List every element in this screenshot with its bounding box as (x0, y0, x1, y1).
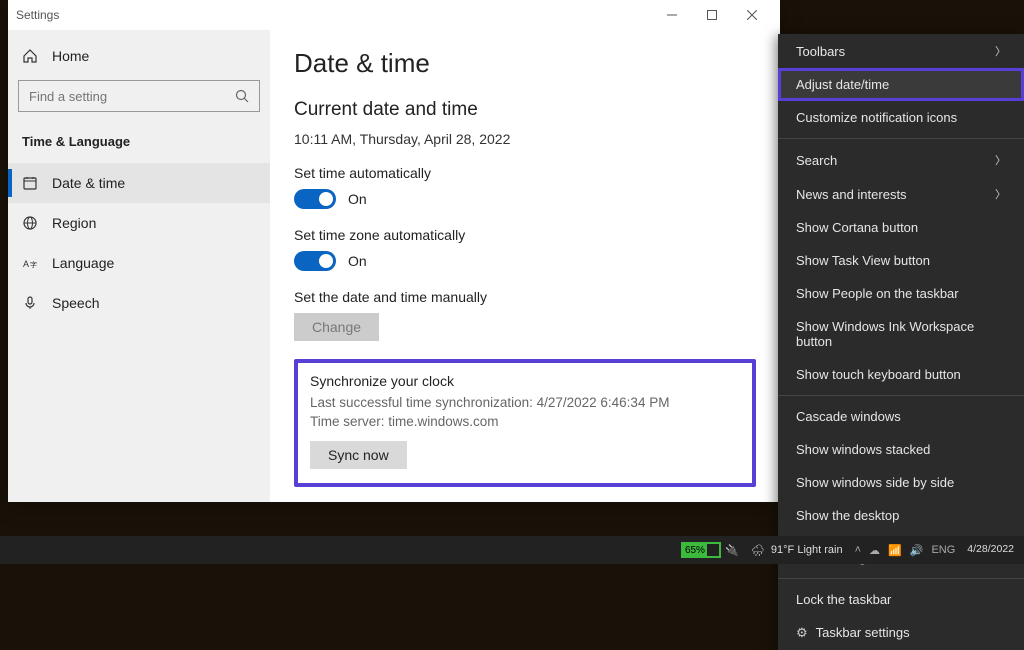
cm-people[interactable]: Show People on the taskbar (778, 277, 1024, 310)
sync-last: Last successful time synchronization: 4/… (310, 395, 740, 410)
section-label: Time & Language (8, 124, 270, 163)
cm-search[interactable]: Search〉 (778, 143, 1024, 177)
sidebar: Home Time & Language Date & time Region (8, 30, 270, 502)
cm-news-interests[interactable]: News and interests〉 (778, 177, 1024, 211)
cm-stacked[interactable]: Show windows stacked (778, 433, 1024, 466)
cm-sidebyside[interactable]: Show windows side by side (778, 466, 1024, 499)
auto-time-toggle[interactable] (294, 189, 336, 209)
sidebar-item-date-time[interactable]: Date & time (8, 163, 270, 203)
auto-tz-label: Set time zone automatically (294, 227, 756, 243)
manual-label: Set the date and time manually (294, 289, 756, 305)
cm-cascade[interactable]: Cascade windows (778, 400, 1024, 433)
titlebar: Settings (8, 0, 780, 30)
sidebar-item-region[interactable]: Region (8, 203, 270, 243)
chevron-up-icon[interactable]: ˄ (855, 544, 861, 557)
close-icon (747, 10, 757, 20)
auto-time-label: Set time automatically (294, 165, 756, 181)
maximize-icon (707, 10, 717, 20)
weather-icon: 🌧 (751, 544, 765, 557)
auto-tz-toggle[interactable] (294, 251, 336, 271)
cm-ink[interactable]: Show Windows Ink Workspace button (778, 310, 1024, 358)
language-icon: A字 (22, 255, 38, 271)
sync-title: Synchronize your clock (310, 373, 740, 389)
window-title: Settings (16, 8, 652, 22)
sidebar-item-label: Speech (52, 295, 99, 311)
home-label: Home (52, 48, 89, 64)
maximize-button[interactable] (692, 1, 732, 29)
cm-taskview[interactable]: Show Task View button (778, 244, 1024, 277)
chevron-right-icon: 〉 (995, 43, 1006, 59)
current-datetime-value: 10:11 AM, Thursday, April 28, 2022 (294, 131, 756, 147)
separator (778, 578, 1024, 579)
search-box[interactable] (18, 80, 260, 112)
plug-icon: 🔌 (725, 544, 739, 557)
page-heading: Date & time (294, 48, 756, 79)
cm-toolbars[interactable]: Toolbars〉 (778, 34, 1024, 68)
svg-text:字: 字 (30, 260, 37, 269)
sidebar-item-label: Language (52, 255, 114, 271)
globe-icon (22, 215, 38, 231)
cm-touch-keyboard[interactable]: Show touch keyboard button (778, 358, 1024, 391)
settings-window: Settings Home Time & Languag (8, 0, 780, 502)
cm-adjust-datetime[interactable]: Adjust date/time (778, 68, 1024, 101)
sidebar-item-label: Date & time (52, 175, 125, 191)
sync-now-button[interactable]: Sync now (310, 441, 407, 469)
gear-icon: ⚙ (796, 625, 808, 640)
home-icon (22, 48, 38, 64)
cm-taskbar-settings[interactable]: ⚙Taskbar settings (778, 616, 1024, 650)
chevron-right-icon: 〉 (995, 152, 1006, 168)
clock-icon (22, 175, 38, 191)
weather-widget[interactable]: 🌧 91°F Light rain (751, 544, 843, 557)
onedrive-icon[interactable]: ☁ (869, 544, 880, 557)
change-button[interactable]: Change (294, 313, 379, 341)
search-input[interactable] (29, 89, 235, 104)
sync-clock-section: Synchronize your clock Last successful t… (294, 359, 756, 487)
search-icon (235, 89, 249, 103)
minimize-icon (667, 10, 677, 20)
minimize-button[interactable] (652, 1, 692, 29)
separator (778, 395, 1024, 396)
close-button[interactable] (732, 1, 772, 29)
sidebar-item-label: Region (52, 215, 96, 231)
volume-icon[interactable]: 🔊 (910, 544, 924, 557)
tray-icons[interactable]: ˄ ☁ 📶 🔊 ENG (855, 544, 956, 557)
sidebar-item-language[interactable]: A字 Language (8, 243, 270, 283)
cm-cortana[interactable]: Show Cortana button (778, 211, 1024, 244)
home-link[interactable]: Home (8, 38, 270, 74)
tray-datetime[interactable]: 4/28/2022 (967, 544, 1014, 556)
taskbar: 65% 🔌 🌧 91°F Light rain ˄ ☁ 📶 🔊 ENG 4/28… (0, 536, 1024, 564)
wifi-icon[interactable]: 📶 (888, 544, 902, 557)
sidebar-item-speech[interactable]: Speech (8, 283, 270, 323)
cm-show-desktop[interactable]: Show the desktop (778, 499, 1024, 532)
auto-tz-state: On (348, 253, 367, 269)
content-pane: Date & time Current date and time 10:11 … (270, 30, 780, 502)
chevron-right-icon: 〉 (995, 186, 1006, 202)
sync-server: Time server: time.windows.com (310, 414, 740, 429)
battery-indicator[interactable]: 65% 🔌 (681, 542, 739, 558)
svg-text:A: A (23, 259, 29, 269)
lang-indicator[interactable]: ENG (931, 544, 955, 557)
cm-customize-notifications[interactable]: Customize notification icons (778, 101, 1024, 134)
auto-time-state: On (348, 191, 367, 207)
separator (778, 138, 1024, 139)
cm-lock-taskbar[interactable]: Lock the taskbar (778, 583, 1024, 616)
current-datetime-heading: Current date and time (294, 99, 756, 121)
microphone-icon (22, 295, 38, 311)
